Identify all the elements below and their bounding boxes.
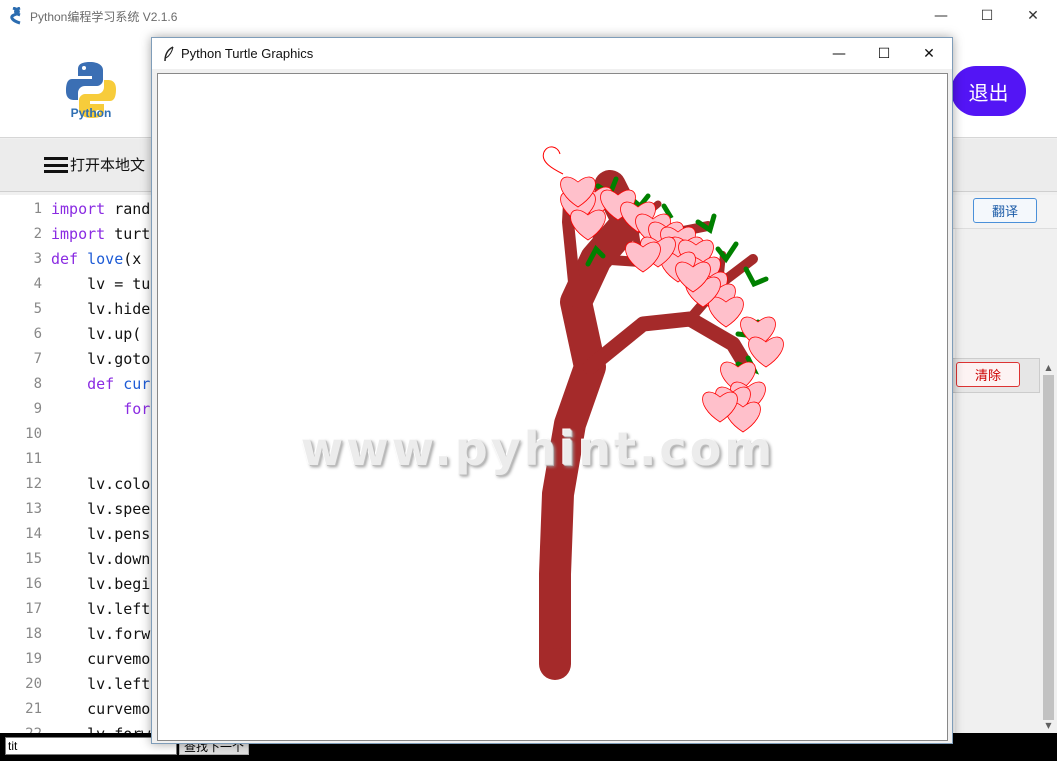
heart-outline-empty (542, 146, 564, 175)
app-title: Python编程学习系统 V2.1.6 (30, 10, 178, 24)
code-line: lv.forw (51, 625, 151, 643)
line-number: 20 (25, 676, 42, 692)
line-number: 14 (25, 526, 42, 542)
code-line: import rand (51, 200, 151, 218)
python-logo-label: Python (70, 106, 112, 120)
line-number: 6 (33, 326, 42, 342)
line-number: 5 (33, 301, 42, 317)
heart-shape (748, 336, 784, 368)
hamburger-menu-icon[interactable] (44, 157, 68, 173)
turtle-graphics-window: Python Turtle Graphics — ☐ ✕ www.pyhint.… (151, 37, 953, 744)
code-line: def cur (87, 375, 151, 393)
app-logo-icon (10, 7, 21, 25)
code-line: curvemo (51, 700, 151, 718)
code-line: lv.down (51, 550, 151, 568)
turtle-window-title: Python Turtle Graphics (181, 46, 314, 61)
branch-right (582, 311, 756, 377)
line-number: 17 (25, 601, 42, 617)
scroll-up-icon[interactable]: ▲ (1040, 359, 1057, 375)
leaf (743, 266, 769, 288)
scrollbar-thumb[interactable] (1043, 375, 1054, 720)
code-line: lv.goto (51, 350, 151, 368)
close-button[interactable]: ✕ (1010, 0, 1056, 32)
code-line: lv.up( (51, 325, 142, 343)
line-number: 22 (0, 726, 42, 733)
line-number: 18 (25, 626, 42, 642)
line-number: 13 (25, 501, 42, 517)
turtle-canvas[interactable]: www.pyhint.com (157, 73, 948, 741)
maximize-button[interactable]: ☐ (964, 0, 1010, 32)
line-number: 19 (25, 651, 42, 667)
exit-button[interactable]: 退出 (951, 66, 1026, 116)
turtle-maximize-button[interactable]: ☐ (861, 38, 907, 69)
code-line: lv.left (51, 675, 151, 693)
app-titlebar: Python编程学习系统 V2.1.6 — ☐ ✕ (0, 0, 1057, 32)
minimize-button[interactable]: — (918, 0, 964, 32)
code-line: def love(x (51, 250, 142, 268)
code-line: curvemo (51, 650, 151, 668)
line-number: 10 (25, 426, 42, 442)
line-number: 2 (33, 226, 42, 242)
heart-shape (625, 241, 661, 273)
line-number: 7 (33, 351, 42, 367)
line-number: 4 (33, 276, 42, 292)
open-local-file-menu[interactable]: 打开本地文 (70, 154, 145, 175)
heart-shape (708, 296, 744, 328)
turtle-titlebar: Python Turtle Graphics — ☐ ✕ (152, 38, 952, 69)
line-number: 9 (33, 401, 42, 417)
line-number: 12 (25, 476, 42, 492)
code-line: import turt (51, 225, 151, 243)
code-line: lv.colo (51, 475, 151, 493)
scroll-down-icon[interactable]: ▼ (1040, 717, 1057, 733)
line-number: 21 (25, 701, 42, 717)
code-line: lv = tu (51, 275, 151, 293)
code-line: lv.pens (51, 525, 151, 543)
line-number: 3 (33, 251, 42, 267)
line-number: 15 (25, 551, 42, 567)
feather-icon (164, 46, 174, 62)
line-number: 11 (25, 451, 42, 467)
clear-button[interactable]: 清除 (956, 362, 1020, 387)
code-line: lv.begi (51, 575, 151, 593)
love-tree-drawing (539, 146, 784, 680)
translate-button[interactable]: 翻译 (973, 198, 1037, 223)
code-line: lv.spee (51, 500, 151, 518)
turtle-minimize-button[interactable]: — (816, 38, 862, 69)
code-line: for (123, 400, 151, 418)
code-line: lv.left (51, 600, 151, 618)
code-line: lv.hide (51, 300, 151, 318)
watermark-text: www.pyhint.com (300, 422, 776, 476)
turtle-close-button[interactable]: ✕ (906, 38, 952, 69)
line-number: 1 (33, 201, 42, 217)
line-number: 8 (33, 376, 42, 392)
code-line: lv.forw (51, 725, 150, 733)
line-number: 16 (25, 576, 42, 592)
